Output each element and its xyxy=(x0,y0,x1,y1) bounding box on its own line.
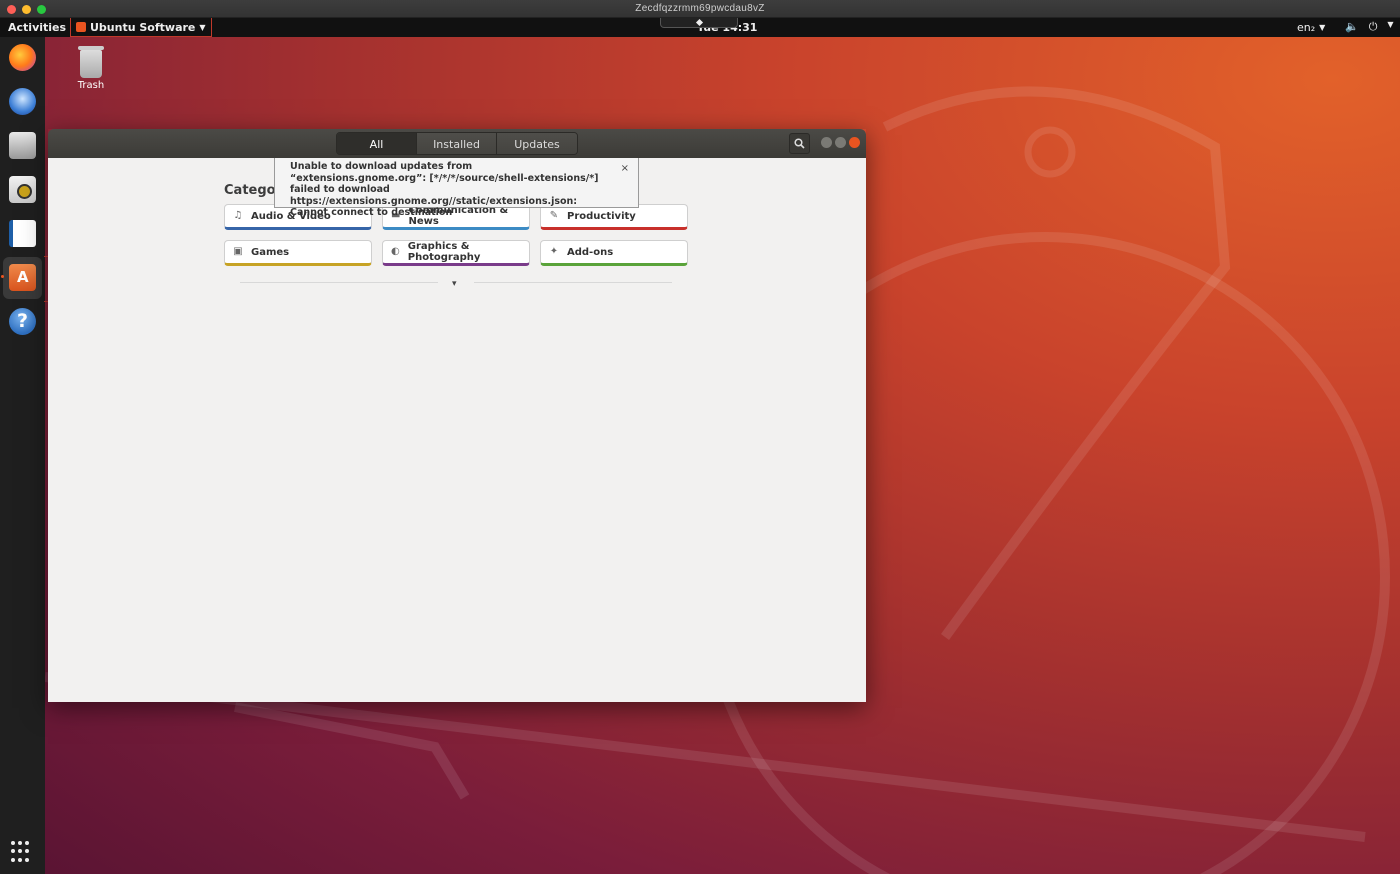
window-controls xyxy=(821,137,860,148)
header-bar: All Installed Updates xyxy=(48,129,866,158)
dock-item-firefox[interactable] xyxy=(6,41,39,74)
gamepad-icon: ▣ xyxy=(233,246,243,257)
category-add-ons[interactable]: ✦ Add-ons xyxy=(540,240,688,266)
overview-page: Categories ♫ Audio & Video ▬ Communicati… xyxy=(48,158,866,702)
tab-updates[interactable]: Updates xyxy=(497,133,577,154)
files-icon xyxy=(9,132,36,159)
dock xyxy=(0,37,45,874)
error-notification: Unable to download updates from “extensi… xyxy=(274,158,639,218)
show-applications-icon[interactable] xyxy=(11,841,33,863)
volume-icon: 🔈 xyxy=(1345,20,1359,33)
app-menu-label: Ubuntu Software xyxy=(90,20,196,34)
music-note-icon: ♫ xyxy=(233,210,243,221)
search-button[interactable] xyxy=(789,133,810,154)
tab-installed[interactable]: Installed xyxy=(417,133,497,154)
show-more-categories[interactable]: ▾ xyxy=(240,279,672,291)
trash-desktop-item[interactable]: Trash xyxy=(72,46,110,91)
view-switcher: All Installed Updates xyxy=(336,132,578,155)
puzzle-piece-icon: ✦ xyxy=(549,246,559,257)
firefox-icon xyxy=(9,44,36,71)
system-menu[interactable]: 🔈 ⏻ ▼ xyxy=(1345,20,1394,34)
tab-all[interactable]: All xyxy=(337,133,417,154)
dock-item-libreoffice-writer[interactable] xyxy=(6,217,39,250)
ubuntu-software-icon xyxy=(9,264,36,291)
category-graphics-photography[interactable]: ◐ Graphics & Photography xyxy=(382,240,530,266)
dock-item-help[interactable] xyxy=(6,305,39,338)
category-label: Productivity xyxy=(567,210,636,222)
divider xyxy=(240,282,438,283)
chevron-down-icon: ▼ xyxy=(199,22,206,32)
host-window-titlebar: Zecdfqzzrmm69pwcdau8vZ xyxy=(0,0,1400,18)
input-language-indicator[interactable]: en₂ ▼ xyxy=(1297,21,1325,34)
dock-item-rhythmbox[interactable] xyxy=(6,173,39,206)
activities-button[interactable]: Activities xyxy=(8,21,66,34)
thunderbird-icon xyxy=(9,88,36,115)
trash-label: Trash xyxy=(77,80,105,91)
category-label: Graphics & Photography xyxy=(407,241,481,263)
category-label: Games xyxy=(251,246,290,258)
chevron-down-icon: ▼ xyxy=(1387,20,1394,29)
ubuntu-software-window: All Installed Updates Categories ♫ Audio… xyxy=(48,129,866,702)
app-menu[interactable]: Ubuntu Software ▼ xyxy=(70,18,212,37)
trash-icon xyxy=(78,46,104,78)
close-button[interactable] xyxy=(849,137,860,148)
category-label: Add-ons xyxy=(567,246,614,258)
running-indicator xyxy=(1,275,4,278)
maximize-button[interactable] xyxy=(835,137,846,148)
category-games[interactable]: ▣ Games xyxy=(224,240,372,266)
dock-item-thunderbird[interactable] xyxy=(6,85,39,118)
chevron-down-icon: ▾ xyxy=(452,279,457,289)
chevron-down-icon: ▼ xyxy=(1319,23,1326,32)
screen-keyboard-overlay[interactable] xyxy=(660,18,738,28)
libreoffice-writer-icon xyxy=(9,220,36,247)
power-icon: ⏻ xyxy=(1368,20,1378,33)
dock-item-files[interactable] xyxy=(6,129,39,162)
camera-aperture-icon: ◐ xyxy=(391,246,400,257)
close-icon[interactable]: × xyxy=(621,163,629,175)
language-label: en₂ xyxy=(1297,21,1316,34)
dock-item-ubuntu-software[interactable] xyxy=(3,257,42,299)
pencil-icon: ✎ xyxy=(549,210,559,221)
rhythmbox-icon xyxy=(9,176,36,203)
divider xyxy=(474,282,672,283)
search-icon xyxy=(794,138,805,149)
help-icon xyxy=(9,308,36,335)
minimize-button[interactable] xyxy=(821,137,832,148)
host-window-title: Zecdfqzzrmm69pwcdau8vZ xyxy=(635,3,765,14)
ubuntu-software-small-icon xyxy=(76,22,86,32)
top-bar: Activities Ubuntu Software ▼ Tue 14:31 e… xyxy=(0,18,1400,37)
